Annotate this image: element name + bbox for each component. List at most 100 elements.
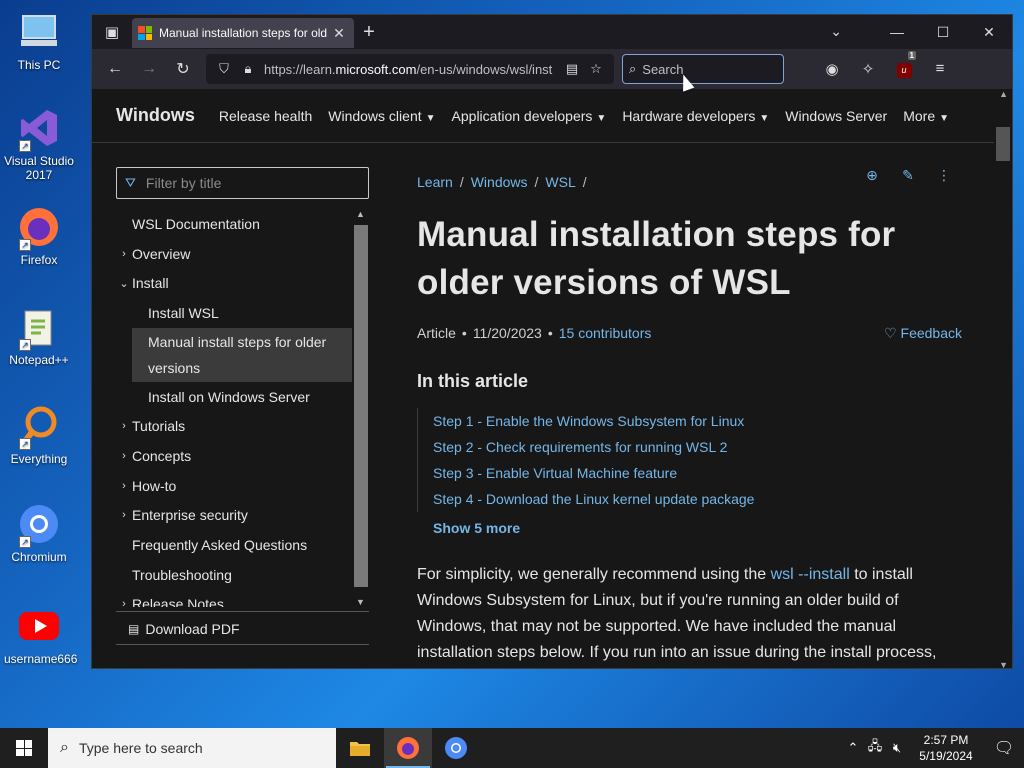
page-scrollbar[interactable]: ▲ ▼ xyxy=(994,89,1012,668)
toc-scroll-thumb[interactable] xyxy=(354,225,368,587)
add-collection-icon[interactable]: ⊕ xyxy=(854,167,890,184)
breadcrumb-learn[interactable]: Learn xyxy=(417,174,453,190)
taskbar-search-input[interactable]: ⌕ Type here to search xyxy=(48,728,336,768)
tab-active[interactable]: Manual installation steps for old ✕ xyxy=(132,18,354,48)
toc-item-overview[interactable]: › Overview xyxy=(116,239,352,269)
site-brand[interactable]: Windows xyxy=(116,105,195,126)
tracking-shield-icon[interactable]: ⛉ xyxy=(212,61,236,77)
toc-item-manual-install[interactable]: Manual install steps for older versions xyxy=(132,327,352,382)
taskbar-chromium[interactable] xyxy=(432,728,480,768)
shortcut-arrow-icon: ↗ xyxy=(19,239,31,251)
url-text[interactable]: https://learn.microsoft.com/en-us/window… xyxy=(264,62,560,77)
taskbar-firefox[interactable] xyxy=(384,728,432,768)
list-tabs-chevron-icon[interactable]: ⌄ xyxy=(830,23,842,40)
chevron-up-icon[interactable]: ⌃ xyxy=(842,740,864,756)
download-pdf-link[interactable]: ▤ Download PDF xyxy=(128,621,240,637)
nav-windows-server[interactable]: Windows Server xyxy=(785,108,887,124)
maximize-icon[interactable]: ☐ xyxy=(920,15,966,49)
new-tab-icon[interactable]: + xyxy=(354,21,384,44)
url-bar[interactable]: ⛉ 🔒︎ https://learn.microsoft.com/en-us/w… xyxy=(206,54,614,84)
feedback-button[interactable]: ♡ Feedback xyxy=(884,325,962,342)
scroll-up-icon[interactable]: ▲ xyxy=(356,209,365,219)
toc-item-enterprise-security[interactable]: › Enterprise security xyxy=(116,501,352,531)
reader-view-icon[interactable]: ▤ xyxy=(560,61,584,77)
extensions-icon[interactable]: ✧ xyxy=(850,60,886,78)
outline-step-3[interactable]: Step 3 - Enable Virtual Machine feature xyxy=(433,460,962,486)
close-tab-icon[interactable]: ✕ xyxy=(330,25,348,42)
lock-icon[interactable]: 🔒︎ xyxy=(236,61,260,77)
scroll-up-icon[interactable]: ▲ xyxy=(999,89,1008,99)
taskbar: ⌕ Type here to search ⌃ 🖧︎ 🔇︎ 2:57 PM 5/… xyxy=(0,728,1024,768)
forward-icon[interactable]: → xyxy=(132,54,166,84)
toc-item-concepts[interactable]: › Concepts xyxy=(116,441,352,471)
desktop-icon-visual-studio[interactable]: ↗ Visual Studio 2017 xyxy=(4,106,74,182)
page-scroll-thumb[interactable] xyxy=(996,127,1010,161)
page-title: Manual installation steps for older vers… xyxy=(417,215,896,302)
microsoft-logo-icon xyxy=(138,26,152,40)
nav-more[interactable]: More ▼ xyxy=(903,108,949,124)
menu-icon[interactable]: ≡ xyxy=(922,60,958,78)
desktop-icon-notepadpp[interactable]: ↗ Notepad++ xyxy=(4,305,74,367)
chevron-right-icon: › xyxy=(122,509,126,522)
nav-application-developers[interactable]: Application developers ▼ xyxy=(452,108,607,124)
taskbar-file-explorer[interactable] xyxy=(336,728,384,768)
computer-icon xyxy=(17,10,61,54)
taskbar-search-placeholder: Type here to search xyxy=(78,740,203,756)
windows-logo-icon xyxy=(16,740,32,756)
more-actions-icon[interactable]: ⋮ xyxy=(926,167,962,184)
toc-item-tutorials[interactable]: › Tutorials xyxy=(116,411,352,441)
divider xyxy=(116,644,369,645)
minimize-icon[interactable]: — xyxy=(874,15,920,49)
scroll-down-icon[interactable]: ▼ xyxy=(999,660,1008,668)
everything-icon: ↗ xyxy=(17,404,61,450)
desktop-icon-youtube[interactable]: username666 xyxy=(4,604,77,666)
toc-item-install-windows-server[interactable]: Install on Windows Server xyxy=(116,382,352,412)
bookmark-star-icon[interactable]: ☆ xyxy=(584,61,608,77)
outline-step-4[interactable]: Step 4 - Download the Linux kernel updat… xyxy=(433,486,962,512)
wsl-install-link[interactable]: wsl --install xyxy=(771,566,850,583)
network-icon[interactable]: 🖧︎ xyxy=(864,737,886,759)
chromium-icon xyxy=(445,737,467,759)
toc-item-install-wsl[interactable]: Install WSL xyxy=(116,298,352,328)
volume-muted-icon[interactable]: 🔇︎ xyxy=(886,740,908,756)
filter-input[interactable]: ⛛ Filter by title xyxy=(116,167,369,199)
search-input[interactable]: ⌕ Search xyxy=(622,54,784,84)
desktop-icon-label: Everything xyxy=(10,452,68,466)
firefox-view-icon[interactable]: ▣ xyxy=(92,15,132,49)
clock[interactable]: 2:57 PM 5/19/2024 xyxy=(908,732,984,764)
ublock-icon[interactable]: u1 xyxy=(886,51,922,78)
notification-icon[interactable]: 🗨︎ xyxy=(984,738,1024,758)
toc-item-faq[interactable]: Frequently Asked Questions xyxy=(116,530,352,560)
shortcut-arrow-icon: ↗ xyxy=(19,140,31,152)
breadcrumb-windows[interactable]: Windows xyxy=(471,174,528,190)
desktop-icon-this-pc[interactable]: This PC xyxy=(4,10,74,72)
scroll-down-icon[interactable]: ▼ xyxy=(356,597,365,607)
toc-item-troubleshooting[interactable]: Troubleshooting xyxy=(116,560,352,590)
breadcrumb-wsl[interactable]: WSL xyxy=(545,174,575,190)
nav-windows-client[interactable]: Windows client ▼ xyxy=(328,108,435,124)
outline-step-2[interactable]: Step 2 - Check requirements for running … xyxy=(433,434,962,460)
nav-hardware-developers[interactable]: Hardware developers ▼ xyxy=(622,108,769,124)
toc-item-release-notes[interactable]: › Release Notes xyxy=(116,590,352,607)
filter-icon: ⛛ xyxy=(125,175,136,190)
outline-step-1[interactable]: Step 1 - Enable the Windows Subsystem fo… xyxy=(433,408,962,434)
desktop-icon-chromium[interactable]: ↗ Chromium xyxy=(4,502,74,564)
toc-item-install[interactable]: ⌄ Install xyxy=(116,268,352,298)
nav-release-health[interactable]: Release health xyxy=(219,108,312,124)
search-icon: ⌕ xyxy=(60,739,69,756)
toc-scrollbar[interactable]: ▲ ▼ xyxy=(352,209,369,607)
tab-bar: ▣ Manual installation steps for old ✕ + … xyxy=(92,15,1012,49)
desktop-icon-everything[interactable]: ↗ Everything xyxy=(4,404,74,466)
contributors-link[interactable]: 15 contributors xyxy=(559,325,652,341)
close-window-icon[interactable]: ✕ xyxy=(966,15,1012,49)
toc-item-how-to[interactable]: › How-to xyxy=(116,471,352,501)
back-icon[interactable]: ← xyxy=(98,54,132,84)
toc-item-wsl-documentation[interactable]: WSL Documentation xyxy=(116,209,352,239)
start-button[interactable] xyxy=(0,728,48,768)
desktop-icon-firefox[interactable]: ↗ Firefox xyxy=(4,205,74,267)
account-icon[interactable]: ◉ xyxy=(814,60,850,78)
reload-icon[interactable]: ↻ xyxy=(166,54,200,84)
show-more-button[interactable]: Show 5 more xyxy=(433,520,962,536)
edit-icon[interactable]: ✎ xyxy=(890,167,926,184)
desktop-icon-label: Chromium xyxy=(11,550,67,564)
